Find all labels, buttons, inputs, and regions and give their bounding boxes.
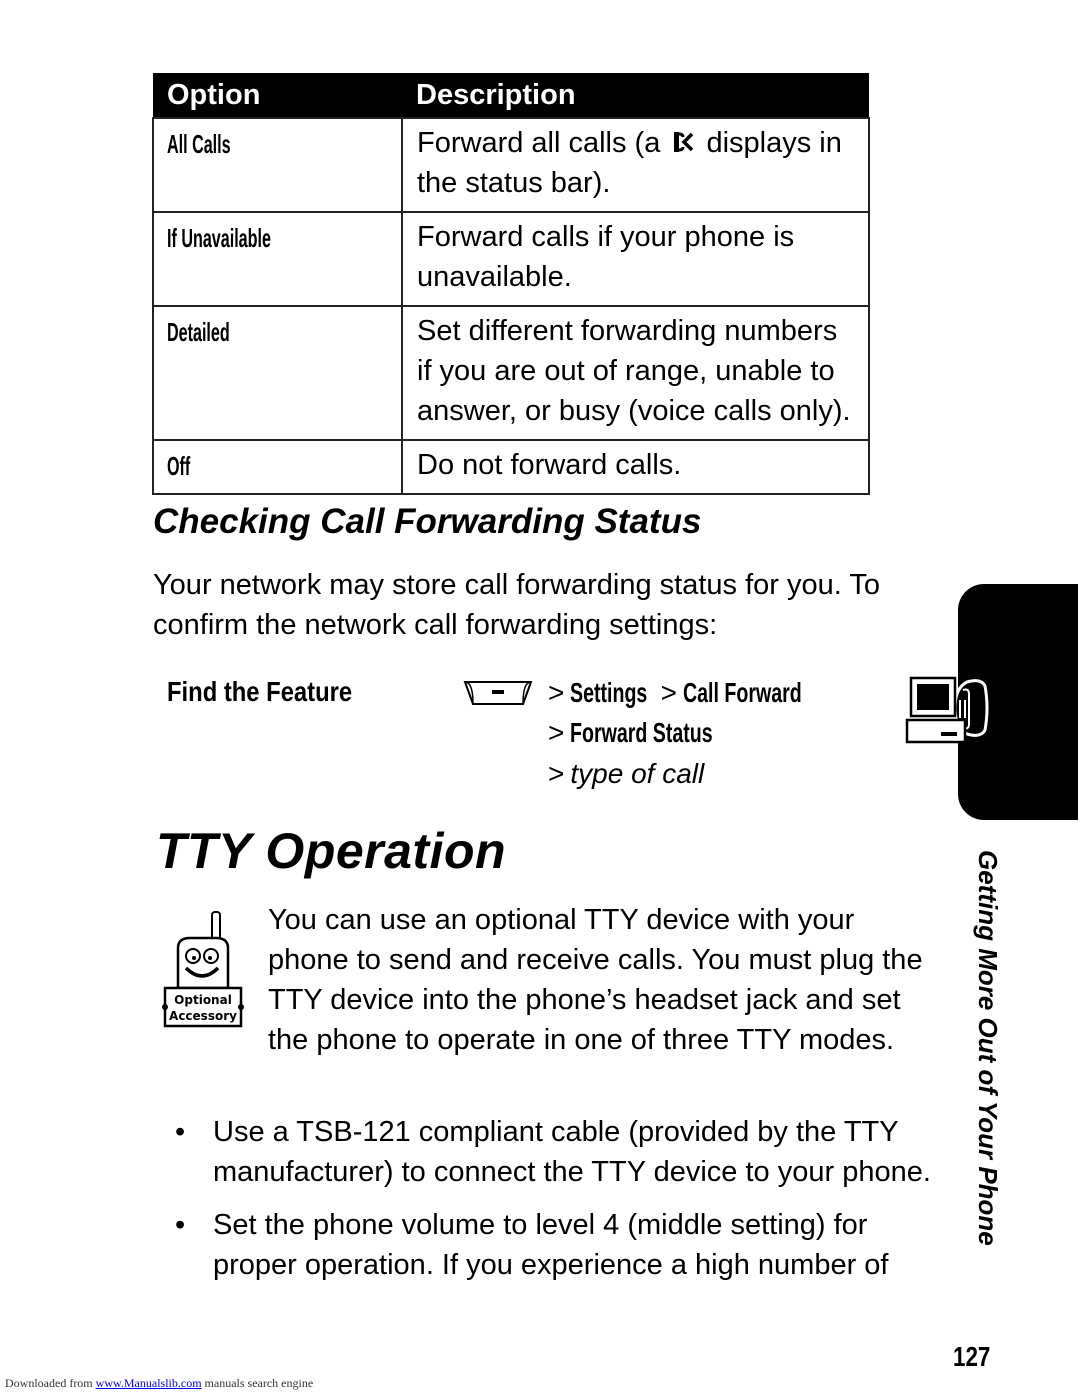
option-name: All Calls bbox=[167, 129, 231, 159]
feature-path-line-3: > type of call bbox=[548, 754, 704, 794]
page-number-text: 127 bbox=[953, 1341, 991, 1372]
path-separator: > bbox=[548, 758, 565, 789]
path-item-forward-status: Forward Status bbox=[570, 717, 714, 748]
optional-accessory-icon: Optional Accessory bbox=[162, 911, 244, 1028]
find-feature-label: Find the Feature bbox=[167, 676, 385, 708]
table-row: Detailed Set different forwarding number… bbox=[152, 305, 870, 441]
list-item: • Use a TSB-121 compliant cable (provided… bbox=[175, 1112, 935, 1192]
path-item-settings: Settings bbox=[570, 677, 648, 708]
bullet-text: Use a TSB-121 compliant cable (provided … bbox=[213, 1116, 931, 1188]
feature-path-line-2: > Forward Status bbox=[548, 713, 774, 753]
tty-heading: TTY Operation bbox=[156, 823, 507, 879]
option-name: Off bbox=[167, 451, 191, 481]
table-header-row: Option Description bbox=[153, 73, 869, 118]
section-paragraph: Your network may store call forwarding s… bbox=[153, 569, 880, 641]
accessory-badge-line1: Optional bbox=[174, 993, 232, 1007]
description-text: Forward all calls (a bbox=[417, 127, 661, 159]
feature-path-line-1: > Settings > Call Forward bbox=[548, 673, 853, 713]
table-row: All Calls Forward all calls (a displays … bbox=[152, 117, 870, 213]
call-forward-icon bbox=[674, 132, 694, 152]
tty-bullet-list: • Use a TSB-121 compliant cable (provided… bbox=[175, 1112, 935, 1298]
call-forward-options-table: Option Description All Calls Forward all… bbox=[152, 73, 870, 495]
footer-prefix: Downloaded from bbox=[5, 1376, 93, 1390]
option-description: Do not forward calls. bbox=[401, 439, 870, 495]
path-item-type-of-call: type of call bbox=[570, 758, 705, 789]
path-item-call-forward: Call Forward bbox=[682, 677, 802, 708]
section-heading: Checking Call Forwarding Status bbox=[153, 502, 702, 541]
header-description: Description bbox=[402, 73, 869, 118]
accessory-badge-line2: Accessory bbox=[169, 1009, 237, 1023]
menu-key-icon bbox=[463, 681, 533, 705]
bullet-icon: • bbox=[175, 1116, 186, 1148]
bullet-icon: • bbox=[175, 1209, 186, 1241]
path-separator: > bbox=[548, 677, 565, 708]
table-row: If Unavailable Forward calls if your pho… bbox=[152, 211, 870, 307]
option-description: Forward all calls (a displays in the sta… bbox=[401, 117, 870, 213]
path-separator: > bbox=[548, 717, 565, 748]
option-name: Detailed bbox=[167, 317, 230, 347]
tty-device-icon bbox=[905, 676, 989, 744]
table-row: Off Do not forward calls. bbox=[152, 439, 870, 495]
footer-suffix: manuals search engine bbox=[204, 1376, 314, 1390]
option-description: Forward calls if your phone is unavailab… bbox=[401, 211, 870, 307]
find-feature-label-text: Find the Feature bbox=[167, 676, 353, 707]
option-description: Set different forwarding numbers if you … bbox=[401, 305, 870, 441]
page-number: 127 bbox=[953, 1341, 1000, 1373]
manualslib-link[interactable]: www.Manualslib.com bbox=[96, 1376, 202, 1390]
header-option: Option bbox=[153, 73, 402, 118]
tty-intro-paragraph: You can use an optional TTY device with … bbox=[268, 904, 923, 1056]
download-footer: Downloaded from www.Manualslib.com manua… bbox=[5, 1376, 313, 1391]
list-item: • Set the phone volume to level 4 (middle… bbox=[175, 1205, 935, 1285]
chapter-label: Getting More Out of Your Phone bbox=[973, 850, 1003, 1246]
path-separator: > bbox=[660, 677, 677, 708]
option-name: If Unavailable bbox=[167, 223, 271, 253]
bullet-text: Set the phone volume to level 4 (middle … bbox=[213, 1209, 889, 1281]
